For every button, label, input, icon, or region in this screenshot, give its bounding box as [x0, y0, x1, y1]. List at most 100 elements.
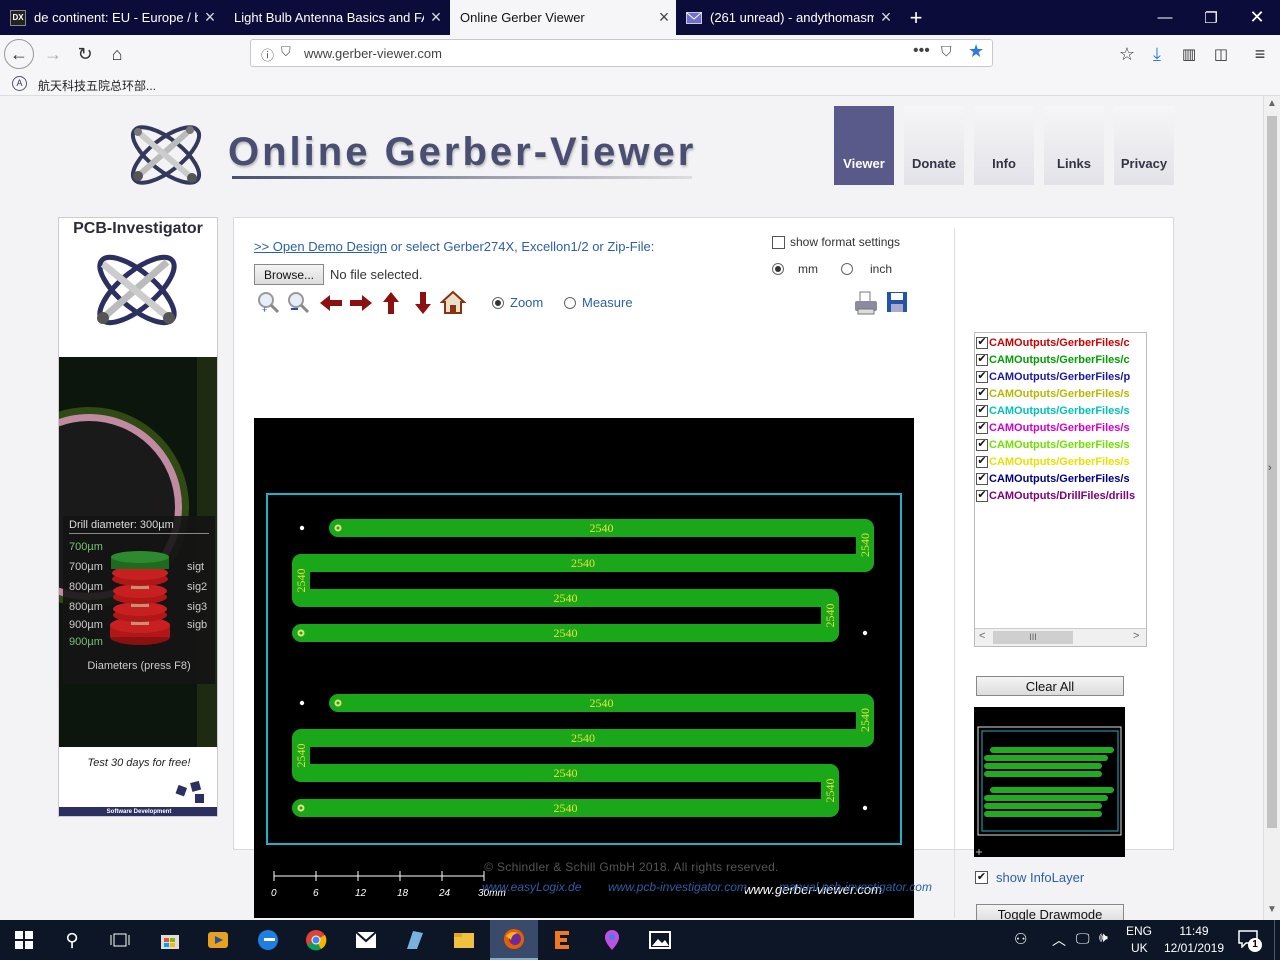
clear-all-button[interactable]: Clear All [976, 676, 1124, 696]
footer-link-manual[interactable]: manual.pcb-investigator.com [779, 880, 932, 894]
maps-app-icon[interactable] [588, 920, 636, 960]
close-tab-icon[interactable]: × [198, 7, 222, 28]
minimize-button[interactable]: — [1142, 0, 1188, 35]
scroll-down-icon[interactable]: ▼ [1267, 904, 1277, 915]
layer-item[interactable]: ✔ CAMOutputs/GerberFiles/s [975, 470, 1146, 487]
restore-button[interactable]: ❐ [1188, 0, 1234, 35]
footer-link-pcb-investigator[interactable]: www.pcb-investigator.com [608, 880, 747, 894]
scroll-thumb[interactable]: III [993, 631, 1073, 644]
overview-map[interactable] [974, 707, 1125, 857]
people-icon[interactable]: ⚇ [1014, 930, 1027, 948]
photos-app-icon[interactable] [636, 920, 684, 960]
layer-item[interactable]: ✔ CAMOutputs/GerberFiles/c [975, 334, 1146, 351]
measure-mode-option[interactable]: Measure [564, 295, 633, 310]
store-icon[interactable] [146, 920, 194, 960]
tab-online-gerber-viewer[interactable]: Online Gerber Viewer × [450, 0, 676, 35]
inch-radio[interactable] [841, 263, 853, 275]
layer-checkbox[interactable]: ✔ [976, 421, 988, 434]
info-icon[interactable]: ⓘ [261, 45, 274, 64]
layer-item[interactable]: ✔ CAMOutputs/GerberFiles/s [975, 402, 1146, 419]
url-bar[interactable]: ⓘ ⛉ www.gerber-viewer.com ••• ⛉ ★ [250, 39, 993, 67]
layer-checkbox[interactable]: ✔ [976, 370, 988, 383]
save-icon[interactable] [886, 291, 908, 313]
home-button[interactable]: ⌂ [102, 39, 132, 69]
nav-privacy[interactable]: Privacy [1114, 106, 1174, 185]
layer-checkbox[interactable]: ✔ [976, 489, 988, 502]
footer-link-easylogix[interactable]: www.easyLogix.de [482, 880, 581, 894]
reader-icon[interactable]: ☆ [1112, 39, 1142, 69]
firefox-icon[interactable] [490, 920, 538, 960]
clock-time[interactable]: 11:49 [1164, 924, 1224, 938]
show-desktop-button[interactable] [1274, 920, 1280, 960]
layer-item[interactable]: ✔ CAMOutputs/GerberFiles/s [975, 453, 1146, 470]
back-button[interactable]: ← [4, 39, 34, 69]
task-view-icon[interactable] [96, 920, 144, 960]
e-app-icon[interactable] [538, 920, 586, 960]
zoom-out-icon[interactable] [286, 290, 312, 314]
menu-icon[interactable]: ≡ [1245, 39, 1275, 69]
chrome-icon[interactable] [292, 920, 340, 960]
zoom-radio[interactable] [492, 296, 504, 309]
page-scrollbar[interactable]: ▲ › ▼ [1263, 96, 1280, 920]
library-icon[interactable]: ▥ [1174, 39, 1204, 69]
pan-right-icon[interactable] [348, 292, 374, 314]
sidebar-icon[interactable]: ◫ [1206, 39, 1236, 69]
layer-item[interactable]: ✔ CAMOutputs/DrillFiles/drills [975, 487, 1146, 504]
bookmark-star-icon[interactable]: ★ [968, 41, 984, 62]
nav-info[interactable]: Info [974, 106, 1034, 185]
toggle-drawmode-button[interactable]: Toggle Drawmode [976, 904, 1124, 920]
file-explorer-icon[interactable] [440, 920, 488, 960]
layer-checkbox[interactable]: ✔ [976, 387, 988, 400]
network-icon[interactable]: 🖵 [1076, 930, 1090, 947]
unit-inch-option[interactable]: inch [841, 262, 892, 276]
shield-icon[interactable]: ⛉ [281, 44, 291, 60]
download-icon[interactable]: ⤓ [1142, 39, 1172, 69]
close-window-button[interactable]: ✕ [1234, 0, 1280, 35]
measure-radio[interactable] [564, 296, 576, 309]
site-logo[interactable] [124, 118, 208, 192]
chevron-up-icon[interactable]: ︿ [1052, 930, 1066, 950]
pocket-icon[interactable]: ⛉ [941, 43, 952, 60]
layer-item[interactable]: ✔ CAMOutputs/GerberFiles/s [975, 385, 1146, 402]
tab-light-bulb-antenna[interactable]: Light Bulb Antenna Basics and FAQ × [224, 0, 448, 35]
clock-date[interactable]: 12/01/2019 [1160, 941, 1228, 955]
nav-donate[interactable]: Donate [904, 106, 964, 185]
layer-checkbox[interactable]: ✔ [976, 404, 988, 417]
pcb-investigator-ad[interactable]: PCB-Investigator Drill diameter: 300µm 7… [58, 217, 218, 817]
open-demo-link[interactable]: >> Open Demo Design [254, 239, 387, 254]
layer-checkbox[interactable]: ✔ [976, 455, 988, 468]
layer-list-hscroll[interactable]: < III > [975, 628, 1146, 646]
home-view-icon[interactable] [439, 289, 467, 315]
new-tab-button[interactable]: + [898, 0, 934, 35]
pan-up-icon[interactable] [380, 290, 402, 316]
page-actions-icon[interactable]: ••• [913, 42, 930, 60]
layer-item[interactable]: ✔ CAMOutputs/GerberFiles/s [975, 419, 1146, 436]
gerber-canvas[interactable]: 2540 2540 2540 2540 2540 2540 2540 2540 2540 2540… [254, 418, 914, 918]
scroll-left-icon[interactable]: < [979, 630, 985, 642]
print-icon[interactable] [854, 290, 878, 316]
pan-left-icon[interactable] [318, 292, 344, 314]
start-button[interactable] [0, 920, 48, 960]
layer-checkbox[interactable]: ✔ [976, 472, 988, 485]
zoom-mode-option[interactable]: Zoom [492, 295, 543, 310]
language-label[interactable]: ENG [1126, 924, 1152, 938]
search-icon[interactable]: ⚲ [48, 920, 96, 960]
scroll-right-icon[interactable]: > [1133, 630, 1139, 642]
scroll-up-icon[interactable]: ▲ [1267, 98, 1277, 109]
close-tab-icon[interactable]: × [652, 7, 676, 28]
gerber-drawing[interactable]: 2540 2540 2540 2540 2540 2540 2540 2540 2540 2540… [254, 418, 914, 918]
video-app-icon[interactable] [194, 920, 242, 960]
format-settings-option[interactable]: show format settings [772, 235, 900, 249]
browse-button[interactable]: Browse... [254, 264, 324, 285]
notes-app-icon[interactable] [390, 920, 438, 960]
layer-checkbox[interactable]: ✔ [976, 353, 988, 366]
zoom-in-icon[interactable]: + [256, 290, 282, 315]
forward-button[interactable]: → [38, 39, 68, 69]
close-tab-icon[interactable]: × [424, 7, 448, 28]
layer-list[interactable]: ✔ CAMOutputs/GerberFiles/c ✔ CAMOutputs/Ger… [974, 332, 1147, 647]
volume-icon[interactable]: 🕪 [1099, 929, 1108, 946]
unit-mm-option[interactable]: mm [772, 262, 818, 276]
layer-item[interactable]: ✔ CAMOutputs/GerberFiles/c [975, 351, 1146, 368]
url-text[interactable]: www.gerber-viewer.com [304, 46, 442, 61]
nav-viewer[interactable]: Viewer [834, 106, 894, 185]
